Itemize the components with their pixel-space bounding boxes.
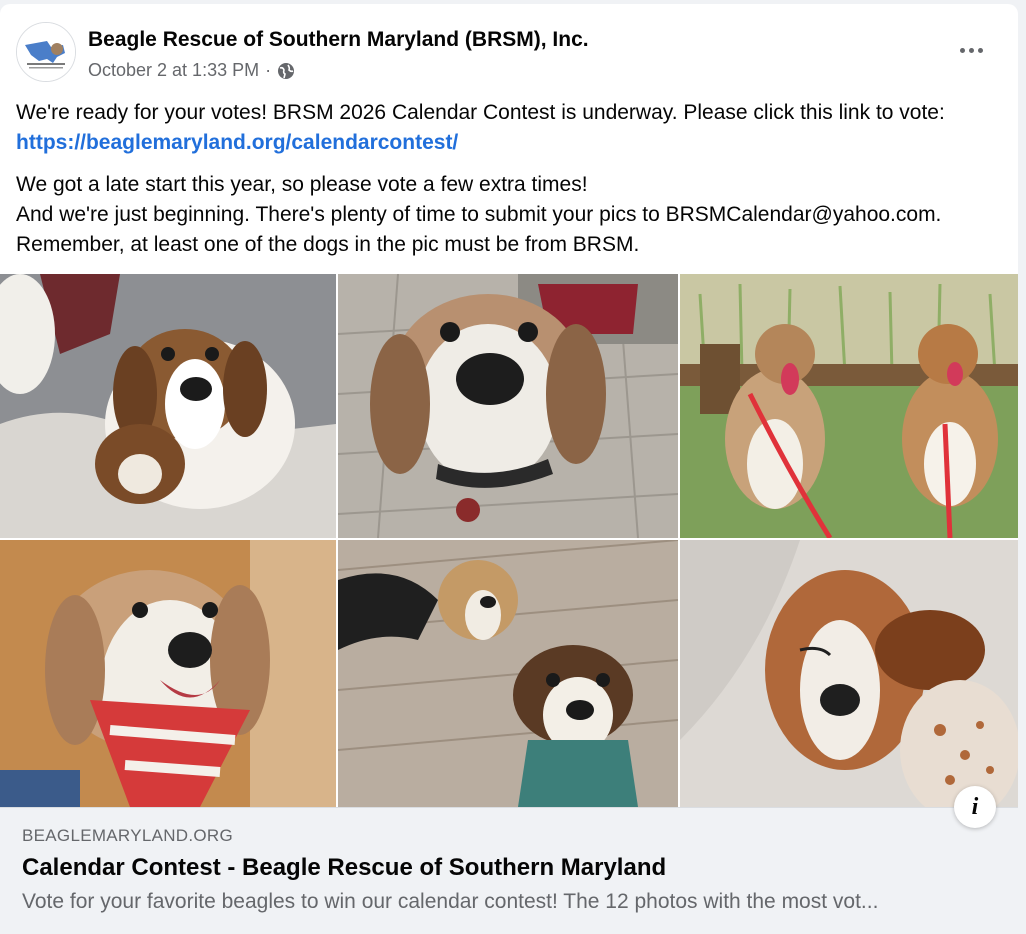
post-text-line-2: And we're just beginning. There's plenty… xyxy=(16,203,942,256)
more-dot xyxy=(968,47,974,53)
post-timestamp[interactable]: October 2 at 1:33 PM xyxy=(88,60,259,81)
photo-beagles-on-wood-floor[interactable] xyxy=(338,540,678,807)
preview-title[interactable]: Calendar Contest - Beagle Rescue of Sout… xyxy=(22,854,666,882)
contest-link[interactable]: https://beaglemaryland.org/calendarconte… xyxy=(16,131,458,154)
post-body: We're ready for your votes! BRSM 2026 Ca… xyxy=(16,98,1011,272)
page-name[interactable]: Beagle Rescue of Southern Maryland (BRSM… xyxy=(88,28,589,52)
more-options-icon[interactable] xyxy=(954,38,988,62)
meta-separator: · xyxy=(265,60,272,80)
more-dot xyxy=(977,47,983,53)
post-paragraph-1: We're ready for your votes! BRSM 2026 Ca… xyxy=(16,98,1011,158)
post-paragraph-2: We got a late start this year, so please… xyxy=(16,170,1011,260)
info-icon[interactable]: i xyxy=(954,786,996,828)
preview-description: Vote for your favorite beagles to win ou… xyxy=(22,890,879,913)
preview-domain: BEAGLEMARYLAND.ORG xyxy=(22,826,234,845)
page-avatar[interactable] xyxy=(16,22,76,82)
globe-icon[interactable] xyxy=(277,62,295,80)
post-header: Beagle Rescue of Southern Maryland (BRSM… xyxy=(16,22,1006,86)
photo-two-beagles-on-grass[interactable] xyxy=(680,274,1018,538)
photo-beagle-on-patio[interactable] xyxy=(338,274,678,538)
post-meta: October 2 at 1:33 PM · xyxy=(88,60,295,81)
post-card: Beagle Rescue of Southern Maryland (BRSM… xyxy=(0,4,1018,934)
post-text-intro: We're ready for your votes! BRSM 2026 Ca… xyxy=(16,101,945,124)
link-preview[interactable]: BEAGLEMARYLAND.ORG Calendar Contest - Be… xyxy=(0,807,1018,934)
photo-beagle-on-cushion[interactable] xyxy=(680,540,1018,807)
post-text-line-1: We got a late start this year, so please… xyxy=(16,173,588,196)
photo-grid xyxy=(0,274,1018,807)
photo-beagles-on-blanket[interactable] xyxy=(0,274,336,538)
more-dot xyxy=(959,47,965,53)
brsm-logo xyxy=(17,23,75,81)
photo-beagle-in-bandana[interactable] xyxy=(0,540,336,807)
